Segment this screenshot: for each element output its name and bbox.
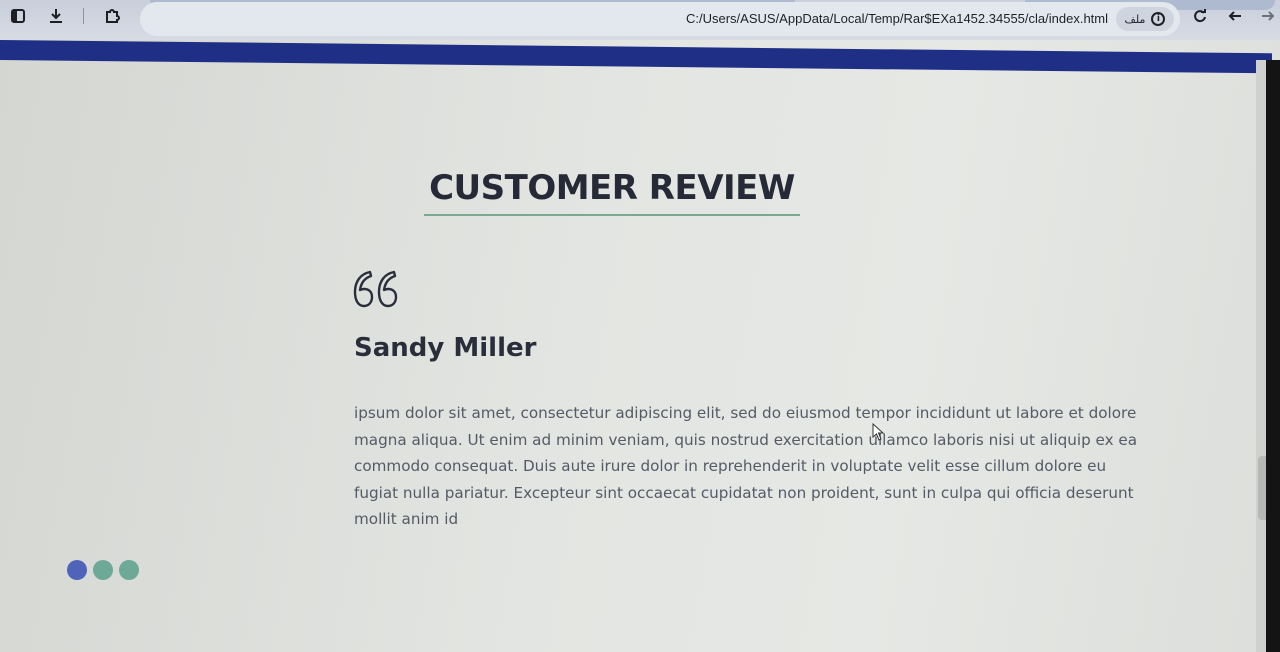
site-info-pill[interactable]: ملف i (1116, 7, 1174, 31)
mouse-cursor-icon (872, 423, 885, 441)
file-label: ملف (1124, 12, 1146, 26)
back-icon[interactable] (1225, 6, 1245, 26)
url-text[interactable]: C:/Users/ASUS/AppData/Local/Temp/Rar$EXa… (686, 11, 1108, 26)
title-underline (424, 214, 800, 216)
info-icon: i (1151, 12, 1166, 26)
carousel-dot-1[interactable] (67, 560, 87, 580)
carousel-dot-3[interactable] (119, 560, 139, 580)
screen: C:/Users/ASUS/AppData/Local/Temp/Rar$EXa… (0, 0, 1280, 652)
toolbar-separator (83, 8, 84, 24)
browser-toolbar: C:/Users/ASUS/AppData/Local/Temp/Rar$EXa… (0, 0, 1280, 40)
sidebar-icon[interactable] (8, 6, 28, 26)
review-text: ipsum dolor sit amet, consectetur adipis… (354, 404, 1138, 528)
section-title: CUSTOMER REVIEW (429, 168, 795, 208)
reviewer-name: Sandy Miller (354, 333, 537, 363)
page-content (0, 60, 1272, 652)
download-icon[interactable] (46, 6, 66, 26)
carousel-dots (67, 560, 139, 580)
carousel-dot-2[interactable] (93, 560, 113, 580)
address-bar[interactable]: C:/Users/ASUS/AppData/Local/Temp/Rar$EXa… (140, 2, 1180, 36)
monitor-bezel (1266, 60, 1280, 652)
forward-icon[interactable] (1258, 6, 1278, 26)
quote-icon (353, 270, 398, 308)
extensions-icon[interactable] (102, 6, 122, 26)
reload-icon[interactable] (1190, 6, 1210, 26)
